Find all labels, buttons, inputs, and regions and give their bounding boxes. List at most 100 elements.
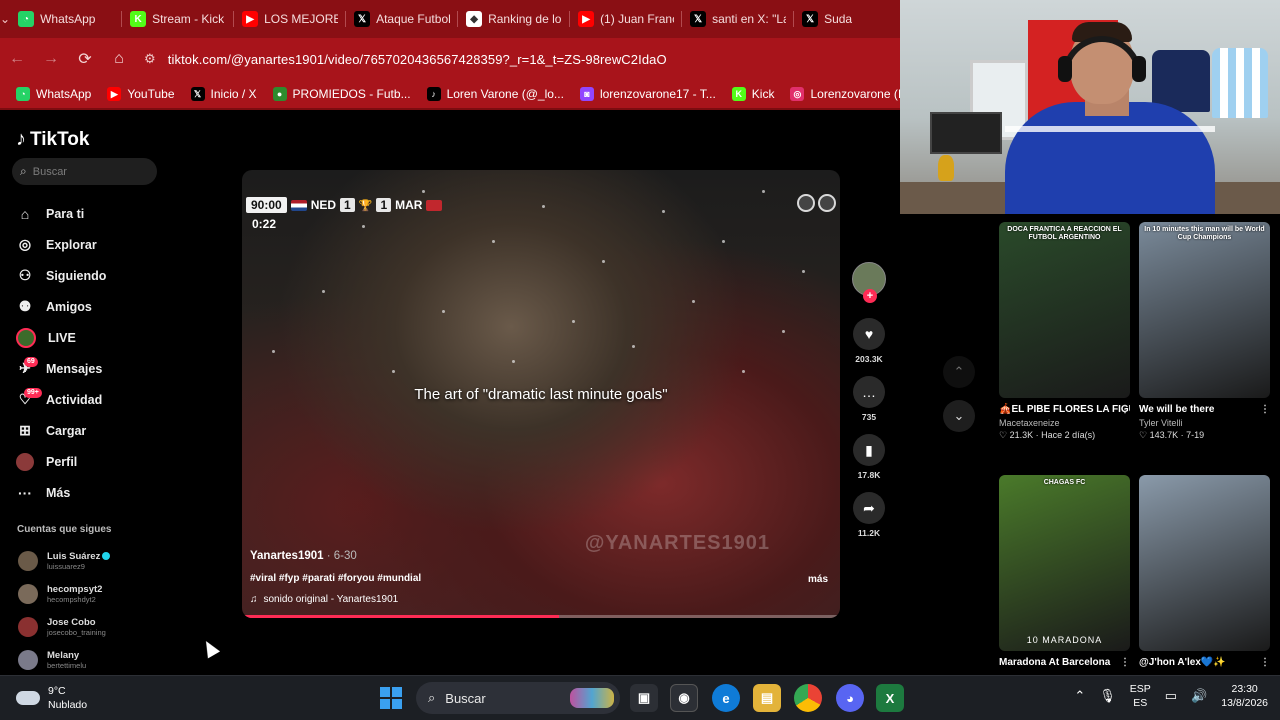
- file-explorer-icon[interactable]: ▤: [753, 684, 781, 712]
- share-action[interactable]: ➦ 11.2K: [853, 492, 885, 538]
- more-options-icon[interactable]: ⋮: [1120, 403, 1130, 416]
- following-account[interactable]: Jose Cobo josecobo_training: [18, 610, 110, 643]
- bookmark-item[interactable]: 𝕏 Inicio / X: [183, 87, 265, 101]
- nav-label: Perfil: [46, 454, 78, 469]
- nav-item-profile[interactable]: Perfil: [16, 446, 106, 477]
- video-title[interactable]: We will be there ⋮: [1139, 403, 1270, 416]
- browser-tab[interactable]: K Stream - Kick: [122, 0, 235, 38]
- microphone-icon[interactable]: 🎙: [1099, 688, 1116, 704]
- site-info-icon[interactable]: ⚙: [144, 51, 156, 67]
- comment-action[interactable]: … 735: [853, 376, 885, 422]
- bookmark-item[interactable]: ◔ WhatsApp: [8, 87, 99, 101]
- suggested-video-card[interactable]: In 10 minutes this man will be World Cup…: [1139, 222, 1270, 441]
- start-button[interactable]: [380, 687, 402, 709]
- morocco-flag-icon: [426, 199, 443, 211]
- video-thumbnail[interactable]: CHAGAS FC 10 MARADONA: [999, 475, 1130, 651]
- browser-tab[interactable]: ▶ LOS MEJORES: [234, 0, 347, 38]
- bookmark-item[interactable]: ▶ YouTube: [99, 87, 182, 101]
- heart-icon[interactable]: ♥: [853, 318, 885, 350]
- nav-item-messages[interactable]: ✈ 69 Mensajes: [16, 353, 106, 384]
- nav-item-upload[interactable]: ⊞ Cargar: [16, 415, 106, 446]
- network-icon[interactable]: ▭: [1165, 688, 1177, 704]
- browser-tab[interactable]: ▶ (1) Juan Franc: [570, 0, 683, 38]
- chrome-icon[interactable]: [794, 684, 822, 712]
- weather-widget[interactable]: 9°C Nublado: [16, 684, 87, 712]
- more-options-icon[interactable]: ⋮: [1120, 656, 1130, 669]
- more-options-icon[interactable]: ⋮: [1260, 656, 1270, 669]
- back-button[interactable]: ←: [0, 42, 34, 76]
- more-options-icon[interactable]: ⋮: [1260, 403, 1270, 416]
- brand-name: TikTok: [30, 128, 90, 150]
- excel-icon[interactable]: X: [876, 684, 904, 712]
- nav-item-home[interactable]: ⌂ Para ti: [16, 198, 106, 229]
- creator-avatar[interactable]: +: [852, 262, 886, 303]
- bookmark-item[interactable]: ◙ lorenzovarone17 - T...: [572, 87, 724, 101]
- tab-title: (1) Juan Franc: [600, 12, 675, 26]
- clock[interactable]: 23:30 13/8/2026: [1221, 682, 1268, 710]
- video-author[interactable]: Macetaxeneize: [999, 418, 1130, 428]
- video-thumbnail[interactable]: In 10 minutes this man will be World Cup…: [1139, 222, 1270, 398]
- bookmark-item[interactable]: ● PROMIEDOS - Futb...: [265, 87, 419, 101]
- browser-tab[interactable]: ◆ Ranking de lo: [458, 0, 571, 38]
- tab-search-dropdown[interactable]: ⌄: [0, 0, 10, 38]
- video-title[interactable]: Maradona At Barcelona ⋮: [999, 656, 1130, 669]
- edge-icon[interactable]: e: [712, 684, 740, 712]
- video-sound[interactable]: ♫ sonido original - Yanartes1901: [250, 594, 398, 605]
- share-icon[interactable]: ➦: [853, 492, 885, 524]
- stadium-light: [762, 190, 765, 193]
- bookmark-item[interactable]: K Kick: [724, 87, 783, 101]
- video-title[interactable]: 🎪EL PIBE FLORES LA FIGURA Y JOYA DE...⋮: [999, 403, 1130, 416]
- discord-icon[interactable]: ◕: [836, 684, 864, 712]
- sound-name[interactable]: sonido original - Yanartes1901: [264, 594, 399, 605]
- suggested-video-card[interactable]: DOCA FRANTICA A REACCION EL FUTBOL ARGEN…: [999, 222, 1130, 441]
- forward-button[interactable]: →: [34, 42, 68, 76]
- video-thumbnail[interactable]: [1139, 475, 1270, 651]
- bookmark-icon[interactable]: ▮: [853, 434, 885, 466]
- author-name[interactable]: Yanartes1901: [250, 550, 324, 562]
- video-progress-bar[interactable]: [242, 615, 840, 618]
- nav-item-more[interactable]: ··· Más: [16, 477, 106, 508]
- address-bar[interactable]: ⚙ tiktok.com/@yanartes1901/video/7657020…: [144, 43, 667, 75]
- follow-plus-icon[interactable]: +: [863, 289, 877, 303]
- browser-tab[interactable]: 𝕏 Ataque Futbol: [346, 0, 459, 38]
- bookmark-item[interactable]: ♪ Loren Varone (@_lo...: [419, 87, 572, 101]
- previous-video-button[interactable]: ⌃: [943, 356, 975, 388]
- date: 13/8/2026: [1221, 697, 1268, 709]
- reload-button[interactable]: ⟳: [68, 42, 102, 76]
- video-thumbnail[interactable]: DOCA FRANTICA A REACCION EL FUTBOL ARGEN…: [999, 222, 1130, 398]
- comment-icon[interactable]: …: [853, 376, 885, 408]
- following-account[interactable]: hecompsyt2 hecompshdyt2: [18, 577, 110, 610]
- nav-item-compass[interactable]: ◎ Explorar: [16, 229, 106, 260]
- following-account[interactable]: Melany bertettimelu: [18, 643, 110, 676]
- heart-action[interactable]: ♥ 203.3K: [853, 318, 885, 364]
- video-author[interactable]: Yanartes1901 · 6-30: [250, 550, 357, 562]
- suggested-video-card[interactable]: CHAGAS FC 10 MARADONA Maradona At Barcelon…: [999, 475, 1130, 669]
- nav-item-activity[interactable]: ♡ 99+ Actividad: [16, 384, 106, 415]
- more-caption-button[interactable]: más: [808, 574, 828, 585]
- show-hidden-icons[interactable]: ⌃: [1074, 688, 1085, 704]
- video-hashtags[interactable]: #viral #fyp #parati #foryou #mundial: [250, 573, 421, 584]
- nav-item-live[interactable]: LIVE: [16, 322, 106, 353]
- video-player[interactable]: 90:00 NED 1 🏆 1 MAR 0:22 The art of "dra…: [242, 170, 840, 618]
- search-input[interactable]: ⌕ Buscar: [12, 158, 157, 185]
- browser-tab[interactable]: 𝕏 Suda: [794, 0, 907, 38]
- language-indicator[interactable]: ESP ES: [1130, 682, 1151, 710]
- bookmark-action[interactable]: ▮ 17.8K: [853, 434, 885, 480]
- browser-tab[interactable]: ◔ WhatsApp: [10, 0, 123, 38]
- obs-icon[interactable]: ◉: [670, 684, 698, 712]
- task-view-icon[interactable]: ▣: [630, 684, 658, 712]
- thumbnail-overlay-text: In 10 minutes this man will be World Cup…: [1144, 226, 1265, 241]
- browser-tab[interactable]: 𝕏santi en X: "La: [682, 0, 795, 38]
- video-title[interactable]: @J'hon A'lex💙✨ ⋮: [1139, 656, 1270, 669]
- nav-item-following[interactable]: ⚇ Siguiendo: [16, 260, 107, 291]
- volume-icon[interactable]: 🔊: [1191, 688, 1207, 704]
- next-video-button[interactable]: ⌄: [943, 400, 975, 432]
- tiktok-logo[interactable]: ♪ TikTok: [16, 128, 89, 151]
- notification-badge: 69: [24, 356, 38, 367]
- nav-item-friends[interactable]: ⚉ Amigos: [16, 291, 106, 322]
- following-account[interactable]: Luis Suárez luissuarez9: [18, 544, 111, 577]
- taskbar-search[interactable]: ⌕ Buscar: [416, 682, 620, 714]
- video-author[interactable]: Tyler Vitelli: [1139, 418, 1270, 428]
- home-button[interactable]: ⌂: [102, 42, 136, 76]
- suggested-video-card[interactable]: @J'hon A'lex💙✨ ⋮: [1139, 475, 1270, 669]
